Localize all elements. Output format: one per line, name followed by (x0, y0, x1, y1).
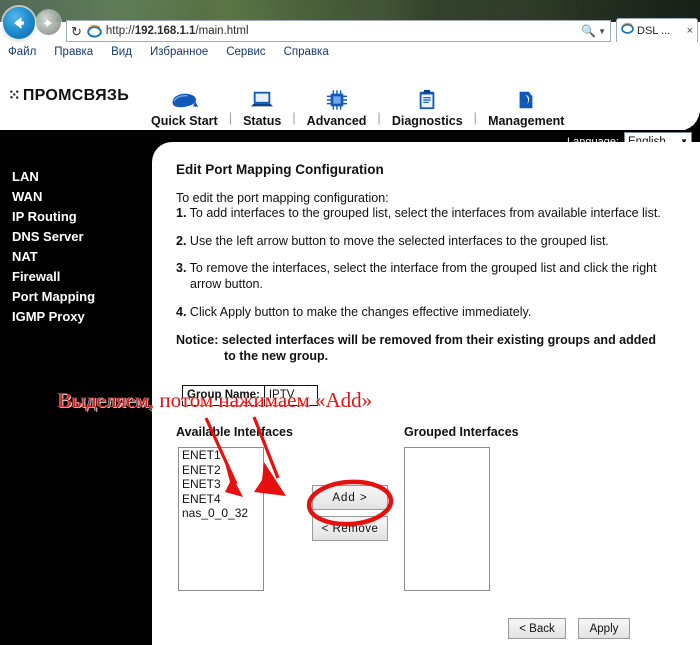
instruction-step-1: 1. To add interfaces to the grouped list… (176, 206, 686, 222)
browser-menu-bar: Файл Правка Вид Избранное Сервис Справка (0, 43, 700, 61)
url-host: 192.168.1.1 (134, 25, 196, 37)
nav-item-status[interactable]: Status (232, 85, 292, 128)
back-arrow-icon[interactable] (3, 7, 35, 39)
step-number: 4. (176, 304, 187, 319)
sidebar-item-port-mapping[interactable]: Port Mapping (0, 286, 152, 306)
instruction-step-4: 4. Click Apply button to make the change… (176, 305, 686, 321)
sidebar: LAN WAN IP Routing DNS Server NAT Firewa… (0, 158, 152, 430)
notice-text: Notice: selected interfaces will be remo… (176, 332, 686, 365)
notice-body: selected interfaces will be removed from… (218, 333, 656, 348)
remove-button[interactable]: < Remove (312, 516, 388, 541)
router-header: ⁙ ПРОМСВЯЗЬ Quick Start | Status | Advan… (0, 62, 700, 130)
mouse-icon (169, 85, 199, 111)
list-item[interactable]: ENET1 (179, 448, 263, 463)
internet-explorer-icon (621, 22, 634, 40)
instruction-step-2: 2. Use the left arrow button to move the… (176, 234, 686, 250)
grouped-interfaces-listbox[interactable] (404, 447, 490, 591)
brand-logo: ⁙ ПРОМСВЯЗЬ (8, 86, 129, 105)
laptop-icon (248, 85, 276, 111)
url-scheme: http:// (105, 25, 135, 37)
list-item[interactable]: ENET2 (179, 463, 263, 478)
browser-chrome: ↻ http://192.168.1.1/main.html 🔍 ▼ DSL .… (0, 0, 700, 42)
chevron-down-icon[interactable]: ▼ (598, 27, 606, 36)
sidebar-item-wan[interactable]: WAN (0, 186, 152, 206)
step-text: To remove the interfaces, select the int… (186, 261, 657, 276)
forward-arrow-icon[interactable] (36, 10, 61, 35)
available-interfaces-label: Available Interfaces (176, 425, 293, 439)
page-title: Edit Port Mapping Configuration (176, 162, 384, 177)
nav-label: Status (243, 114, 282, 128)
available-interfaces-listbox[interactable]: ENET1 ENET2 ENET3 ENET4 nas_0_0_32 (178, 447, 264, 591)
nav-item-quick-start[interactable]: Quick Start (140, 85, 229, 128)
grouped-interfaces-label: Grouped Interfaces (404, 425, 519, 439)
url-text: http://192.168.1.1/main.html (106, 25, 249, 37)
close-icon[interactable]: × (687, 25, 693, 37)
group-name-field[interactable]: Group Name: IPTV (182, 384, 318, 406)
sidebar-item-lan[interactable]: LAN (0, 166, 152, 186)
folder-icon (515, 85, 537, 111)
sidebar-item-ip-routing[interactable]: IP Routing (0, 206, 152, 226)
nav-label: Diagnostics (391, 114, 463, 128)
tab-label: DSL ... (637, 24, 671, 37)
nav-label: Quick Start (151, 114, 218, 128)
step-text: Click Apply button to make the changes e… (186, 304, 532, 319)
instructions-lead: To edit the port mapping configuration: (176, 191, 389, 205)
group-name-value[interactable]: IPTV (263, 385, 317, 405)
nav-item-management[interactable]: Management (477, 85, 575, 128)
interface-transfer-area: Available Interfaces ENET1 ENET2 ENET3 E… (176, 425, 676, 600)
menu-item-file[interactable]: Файл (8, 46, 36, 58)
browser-tab[interactable]: DSL ... × (616, 18, 698, 42)
address-bar[interactable]: ↻ http://192.168.1.1/main.html 🔍 ▼ (66, 20, 611, 42)
sidebar-item-igmp-proxy[interactable]: IGMP Proxy (0, 306, 152, 326)
sidebar-item-firewall[interactable]: Firewall (0, 266, 152, 286)
url-path: /main.html (195, 25, 249, 37)
internet-explorer-icon (87, 24, 102, 39)
search-icon[interactable]: 🔍 (581, 24, 596, 38)
notice-label: Notice: (176, 333, 219, 348)
menu-item-favorites[interactable]: Избранное (150, 46, 208, 58)
list-item[interactable]: ENET4 (179, 492, 263, 507)
sidebar-item-dns-server[interactable]: DNS Server (0, 226, 152, 246)
brand-name: ПРОМСВЯЗЬ (22, 87, 130, 104)
notice-body-continued: to the new group. (224, 349, 329, 364)
nav-item-advanced[interactable]: Advanced (296, 85, 378, 128)
address-bar-actions[interactable]: 🔍 ▼ (581, 24, 606, 38)
step-number: 3. (176, 261, 187, 276)
logo-mark-icon: ⁙ (8, 87, 21, 104)
refresh-icon[interactable]: ↻ (71, 25, 82, 38)
list-item[interactable]: nas_0_0_32 (179, 506, 263, 521)
nav-label: Management (488, 114, 565, 128)
group-name-label: Group Name: (183, 385, 264, 405)
menu-item-tools[interactable]: Сервис (226, 46, 265, 58)
instruction-step-3: 3. To remove the interfaces, select the … (176, 261, 686, 292)
chip-icon (324, 85, 350, 111)
menu-item-edit[interactable]: Правка (54, 46, 93, 58)
step-number: 1. (176, 206, 187, 220)
router-top-nav: Quick Start | Status | Advanced | Diagno… (140, 70, 700, 128)
menu-item-help[interactable]: Справка (284, 46, 329, 58)
step-text: Use the left arrow button to move the se… (186, 233, 609, 248)
list-item[interactable]: ENET3 (179, 477, 263, 492)
apply-button[interactable]: Apply (578, 618, 630, 639)
clipboard-icon (416, 85, 438, 111)
step-text-continued: arrow button. (190, 276, 263, 291)
sidebar-item-nat[interactable]: NAT (0, 246, 152, 266)
back-button[interactable]: < Back (508, 618, 566, 639)
menu-item-view[interactable]: Вид (111, 46, 132, 58)
add-button[interactable]: Add > (312, 485, 388, 510)
step-number: 2. (176, 233, 187, 248)
step-text: To add interfaces to the grouped list, s… (186, 206, 661, 220)
header-corner-decoration (678, 62, 700, 130)
nav-label: Advanced (306, 114, 367, 128)
screenshot-root: ↻ http://192.168.1.1/main.html 🔍 ▼ DSL .… (0, 0, 700, 645)
nav-item-diagnostics[interactable]: Diagnostics (381, 85, 474, 128)
